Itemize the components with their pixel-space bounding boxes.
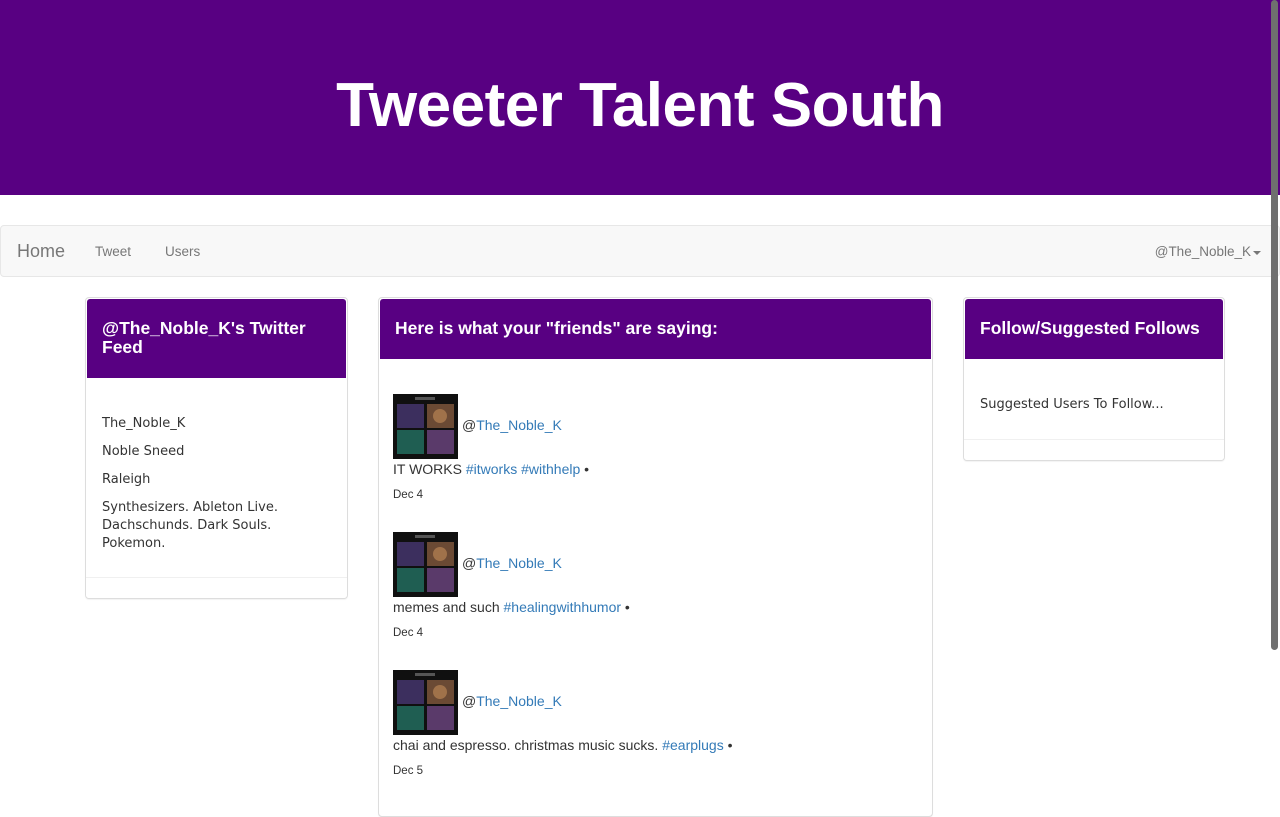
friends-panel-title: Here is what your "friends" are saying: [380, 299, 931, 359]
tweet-handle: @The_Noble_K [462, 417, 562, 433]
nav-home-link[interactable]: Home [17, 241, 65, 262]
profile-location: Raleigh [102, 472, 151, 487]
site-title: Tweeter Talent South [336, 71, 944, 140]
tweet-handle-link[interactable]: The_Noble_K [476, 417, 562, 433]
separator-dot: • [624, 599, 630, 615]
tweet-item: @The_Noble_K chai and espresso. christma… [393, 670, 913, 790]
tweet-text: IT WORKS #itworks #withhelp • [393, 461, 590, 477]
avatar-artwork-icon [393, 532, 458, 597]
profile-username: The_Noble_K [102, 416, 186, 431]
separator-dot: • [727, 737, 733, 753]
tweet-item: @The_Noble_K memes and such #healingwith… [393, 532, 913, 652]
tweet-date: Dec 4 [393, 627, 424, 639]
separator-dot: • [584, 461, 590, 477]
tweet-text: memes and such #healingwithhumor • [393, 599, 630, 615]
tweet-handle-link[interactable]: The_Noble_K [476, 693, 562, 709]
page-scrollbar[interactable] [1271, 0, 1278, 650]
tweet-handle: @The_Noble_K [462, 693, 562, 709]
hashtag-link[interactable]: #withhelp [521, 461, 580, 477]
tweet-handle: @The_Noble_K [462, 555, 562, 571]
site-header: Tweeter Talent South [0, 0, 1280, 195]
chevron-down-icon[interactable] [1253, 251, 1261, 255]
profile-name: Noble Sneed [102, 444, 185, 459]
user-avatar[interactable] [393, 394, 458, 459]
tweet-text: chai and espresso. christmas music sucks… [393, 737, 733, 753]
avatar-artwork-icon [393, 394, 458, 459]
user-feed-panel: @The_Noble_K's Twitter Feed The_Noble_K … [85, 297, 348, 599]
tweet-date: Dec 4 [393, 489, 424, 501]
user-menu-dropdown[interactable]: @The_Noble_K [1155, 244, 1251, 259]
panel-footer [964, 439, 1224, 460]
user-avatar[interactable] [393, 532, 458, 597]
hashtag-link[interactable]: #healingwithhumor [504, 599, 622, 615]
suggested-follows-panel: Follow/Suggested Follows Suggested Users… [963, 297, 1225, 461]
suggested-panel-title: Follow/Suggested Follows [965, 299, 1223, 359]
panel-footer [86, 577, 347, 598]
user-avatar[interactable] [393, 670, 458, 735]
tweet-handle-link[interactable]: The_Noble_K [476, 555, 562, 571]
hashtag-link[interactable]: #itworks [466, 461, 517, 477]
suggested-users-label: Suggested Users To Follow... [980, 397, 1164, 412]
nav-users-link[interactable]: Users [165, 244, 200, 259]
navbar: Home Tweet Users @The_Noble_K [0, 225, 1280, 277]
user-feed-panel-title: @The_Noble_K's Twitter Feed [87, 299, 346, 378]
nav-tweet-link[interactable]: Tweet [95, 244, 131, 259]
hashtag-link[interactable]: #earplugs [662, 737, 724, 753]
tweet-item: @The_Noble_K IT WORKS #itworks #withhelp… [393, 394, 913, 514]
avatar-artwork-icon [393, 670, 458, 735]
tweet-date: Dec 5 [393, 765, 424, 777]
profile-bio: Synthesizers. Ableton Live. Dachschunds.… [102, 500, 278, 551]
friends-tweets-panel: Here is what your "friends" are saying: … [378, 297, 933, 817]
